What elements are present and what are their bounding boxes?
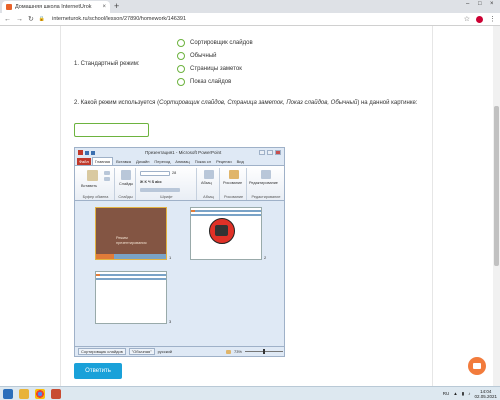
- ppt-tab-animations: Анимац: [175, 159, 190, 164]
- scrollbar-thumb[interactable]: [494, 106, 499, 266]
- question-1-options: Сортировщик слайдов Обычный Страницы зам…: [177, 38, 253, 86]
- view-buttons-icon: [225, 349, 231, 354]
- powerpoint-screenshot: Презентация1 - Microsoft PowerPoint Файл…: [74, 147, 285, 357]
- ppt-title-bar: Презентация1 - Microsoft PowerPoint: [75, 148, 284, 157]
- ribbon-group-clipboard: Вставить Буфер обмена: [77, 168, 115, 200]
- chat-bubble-icon: [473, 363, 481, 369]
- slide-thumbnail-3: [95, 271, 167, 324]
- status-language: русский: [157, 349, 172, 354]
- ppt-window-controls: [259, 150, 281, 155]
- save-icon: [85, 150, 89, 155]
- language-indicator[interactable]: RU: [443, 391, 450, 396]
- star-icon[interactable]: ☆: [464, 15, 470, 23]
- page-viewport: 1. Стандартный режим: Сортировщик слайдо…: [0, 26, 493, 386]
- slide-number: 2: [264, 255, 267, 260]
- zoom-level: 73%: [233, 349, 242, 354]
- homework-content: 1. Стандартный режим: Сортировщик слайдо…: [60, 26, 433, 386]
- radio-icon[interactable]: [177, 38, 185, 47]
- ppt-caption: Презентация1 - Microsoft PowerPoint: [145, 150, 222, 155]
- paragraph-icon: [204, 170, 214, 179]
- ppt-tab-review: Рецензи: [216, 159, 232, 164]
- ribbon-group-editing: Редактирование Редактирование: [248, 168, 284, 200]
- ppt-tab-file: Файл: [77, 158, 91, 165]
- slide-sorter-area: Режим презентирования 1 2 3: [75, 201, 284, 347]
- tray-arrow-icon[interactable]: ▲: [453, 391, 457, 396]
- lock-icon: 🔒: [38, 16, 46, 22]
- ppt-tab-view: Вид: [236, 159, 244, 164]
- menu-dots-icon[interactable]: ⋮: [489, 15, 496, 23]
- minimize-button[interactable]: –: [466, 1, 469, 7]
- font-name-field: [140, 171, 170, 176]
- explorer-icon[interactable]: [19, 388, 29, 399]
- radio-icon[interactable]: [177, 64, 185, 73]
- status-view: Сортировщик слайдов: [78, 348, 126, 355]
- forward-arrow-icon[interactable]: →: [16, 16, 23, 23]
- system-tray: RU ▲ ▮ ♪ 14:04 02.05.2021: [443, 389, 497, 399]
- option-slide-show[interactable]: Показ слайдов: [177, 77, 253, 86]
- option-notes-page[interactable]: Страницы заметок: [177, 64, 253, 73]
- option-normal[interactable]: Обычный: [177, 51, 253, 60]
- option-slide-sorter[interactable]: Сортировщик слайдов: [177, 38, 253, 47]
- find-icon: [261, 170, 271, 179]
- chat-button[interactable]: [468, 357, 486, 375]
- ribbon-group-slides: Слайды Слайды: [116, 168, 136, 200]
- font-color-icon: [140, 188, 180, 192]
- slide-logo-image: [209, 218, 235, 244]
- submit-answer-button[interactable]: Ответить: [74, 363, 122, 379]
- slide-number: 1: [169, 255, 172, 260]
- slide-thumbnail-2: [190, 207, 262, 260]
- shapes-icon: [229, 170, 239, 179]
- status-theme: "Обычная": [128, 348, 155, 355]
- windows-taskbar: RU ▲ ▮ ♪ 14:04 02.05.2021: [0, 386, 500, 400]
- slide-number: 3: [169, 319, 172, 324]
- ppt-tab-transitions: Переход: [154, 159, 171, 164]
- ppt-ribbon-tabs: Файл Главная Вставка Дизайн Переход Аним…: [75, 157, 284, 165]
- question-1-label: 1. Стандартный режим:: [74, 61, 140, 67]
- cut-icon: [104, 171, 110, 175]
- back-arrow-icon[interactable]: ←: [4, 16, 11, 23]
- ppt-tab-slideshow: Показ сл: [194, 159, 212, 164]
- window-close-button[interactable]: ×: [490, 1, 494, 7]
- new-slide-icon: [121, 170, 131, 180]
- ppt-logo-icon: [78, 150, 83, 155]
- reload-icon[interactable]: ↻: [28, 15, 34, 23]
- network-icon[interactable]: ▮: [462, 391, 464, 397]
- tab-title: Домашняя школа InternetUrok: [15, 4, 92, 10]
- ribbon-group-drawing: Рисование Рисование: [221, 168, 247, 200]
- site-favicon-icon: [6, 4, 12, 10]
- radio-icon[interactable]: [177, 77, 185, 86]
- url-field[interactable]: interneturok.ru/school/lesson/27890/home…: [52, 16, 186, 22]
- clock[interactable]: 14:04 02.05.2021: [474, 389, 497, 399]
- slide-1-title: Режим презентирования: [116, 236, 147, 245]
- start-button-icon[interactable]: [3, 388, 13, 399]
- question-2-text: 2. Какой режим используется (Сортировщик…: [74, 100, 418, 106]
- answer-input[interactable]: [74, 123, 149, 137]
- page-scrollbar[interactable]: [493, 26, 500, 386]
- browser-tab-bar: Домашняя школа InternetUrok × + – □ ×: [0, 0, 500, 13]
- ppt-tab-design: Дизайн: [135, 159, 150, 164]
- address-bar-row: ← → ↻ 🔒 interneturok.ru/school/lesson/27…: [0, 13, 500, 26]
- ppt-ribbon: Вставить Буфер обмена Слайды Слайды 28 Ж…: [75, 165, 284, 201]
- ppt-status-bar: Сортировщик слайдов "Обычная" русский 73…: [75, 346, 284, 356]
- ppt-tab-insert: Вставка: [116, 159, 131, 164]
- ppt-tab-home: Главная: [91, 157, 114, 165]
- new-tab-button[interactable]: +: [114, 2, 119, 11]
- tab-close-icon[interactable]: ×: [102, 4, 106, 10]
- browser-tab[interactable]: Домашняя школа InternetUrok ×: [2, 1, 110, 13]
- powerpoint-taskbar-icon[interactable]: [51, 388, 61, 399]
- zoom-slider: [245, 349, 283, 354]
- maximize-button[interactable]: □: [478, 1, 482, 7]
- radio-icon[interactable]: [177, 51, 185, 60]
- zoom-control: 73%: [225, 349, 283, 354]
- ribbon-group-paragraph: Абзац Абзац: [198, 168, 220, 200]
- paste-icon: [87, 170, 98, 181]
- volume-icon[interactable]: ♪: [468, 391, 470, 396]
- ribbon-group-font: 28 Ж К Ч S abc Шрифт: [137, 168, 197, 200]
- undo-icon: [91, 150, 95, 155]
- copy-icon: [104, 177, 110, 181]
- slide-thumbnail-1: Режим презентирования: [95, 207, 167, 260]
- chrome-icon[interactable]: [35, 388, 45, 399]
- extension-icon[interactable]: [476, 15, 483, 23]
